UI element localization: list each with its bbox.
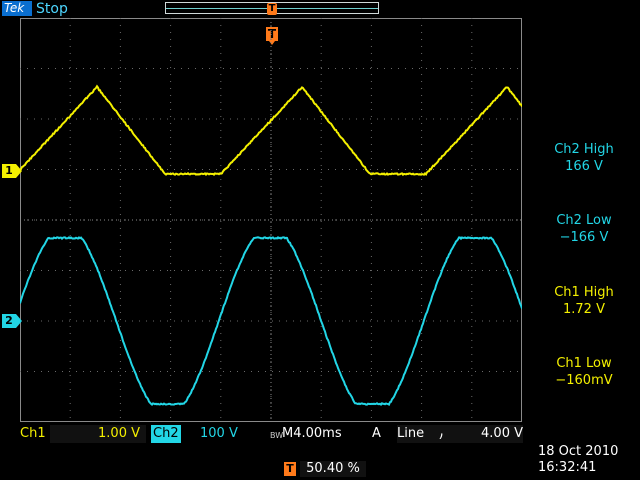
bottom-status-bar: Ch1 1.00 V Ch2 100 V BW M4.00ms A Line ⹜… (0, 425, 640, 443)
top-status-bar: Tek Stop T T (0, 0, 640, 18)
acquisition-state: Stop (36, 0, 68, 18)
measurement-ch1-low: Ch1 Low −160mV (528, 355, 640, 389)
tek-logo: Tek (2, 1, 32, 16)
measurement-label: Ch2 High (528, 141, 640, 158)
trigger-coupling: Line (397, 425, 424, 443)
measurement-label: Ch1 High (528, 284, 640, 301)
measurement-ch1-high: Ch1 High 1.72 V (528, 284, 640, 318)
measurement-label: Ch1 Low (528, 355, 640, 372)
measurement-label: Ch2 Low (528, 212, 640, 229)
trigger-position-icon: T (267, 3, 277, 15)
falling-edge-icon: ⹜ (439, 425, 443, 443)
measurement-value: 1.72 V (528, 301, 640, 318)
ch1-ground-marker[interactable]: 1 (2, 164, 16, 178)
measurement-value: −160mV (528, 372, 640, 389)
ch1-label[interactable]: Ch1 (20, 425, 46, 443)
trigger-readout[interactable]: Line ⹜ 4.00 V (397, 425, 523, 443)
ch2-label[interactable]: Ch2 (151, 425, 181, 443)
ch2-scale[interactable]: 100 V (200, 425, 238, 443)
trigger-icon: T (284, 462, 296, 476)
trigger-position-value: 50.40 % (300, 461, 366, 477)
date-text: 18 Oct 2010 (538, 444, 618, 460)
ch2-ground-marker[interactable]: 2 (2, 314, 16, 328)
trigger-level: 4.00 V (481, 425, 523, 443)
measurement-value: 166 V (528, 158, 640, 175)
measurement-ch2-low: Ch2 Low −166 V (528, 212, 640, 246)
date-time: 18 Oct 2010 16:32:41 (538, 444, 618, 476)
measurement-value: −166 V (528, 229, 640, 246)
time-text: 16:32:41 (538, 460, 618, 476)
timebase-readout[interactable]: M4.00ms (282, 425, 342, 443)
trigger-source[interactable]: A (372, 425, 381, 443)
waveform-display (20, 18, 522, 422)
ch1-scale[interactable]: 1.00 V (50, 425, 146, 443)
trigger-position-readout[interactable]: T 50.40 % (284, 461, 366, 477)
graticule (20, 18, 522, 422)
measurement-ch2-high: Ch2 High 166 V (528, 141, 640, 175)
